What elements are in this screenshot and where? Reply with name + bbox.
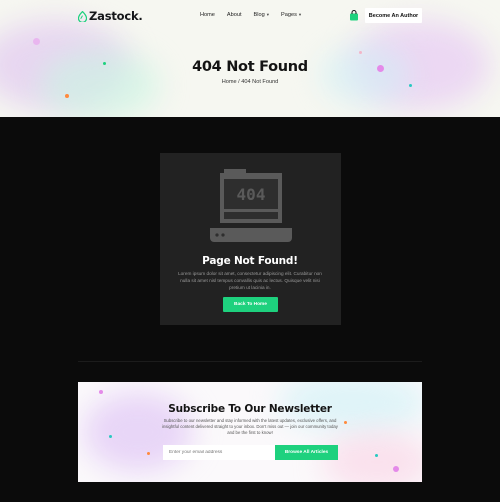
become-author-button[interactable]: Become An Author xyxy=(365,8,422,23)
shopping-bag-icon[interactable] xyxy=(349,10,359,21)
back-to-home-button[interactable]: Back To Home xyxy=(223,297,278,312)
brand-name: Zastock. xyxy=(89,9,143,23)
email-input[interactable] xyxy=(163,445,275,460)
browse-articles-button[interactable]: Browse All Articles xyxy=(275,445,338,460)
decor-dot xyxy=(393,466,399,472)
not-found-title: Page Not Found! xyxy=(202,255,298,267)
brand-logo[interactable]: Zastock. xyxy=(78,9,143,23)
decor-dot xyxy=(33,38,40,45)
decor-dot xyxy=(65,94,69,98)
top-navbar: Zastock. Home About Blog Pages Become An… xyxy=(0,0,500,32)
not-found-description: Lorem ipsum dolor sit amet, consectetur … xyxy=(178,271,322,290)
decor-dot xyxy=(344,421,347,424)
leaf-logo-icon xyxy=(78,10,87,22)
decor-dot xyxy=(99,390,103,394)
decor-dot xyxy=(375,454,378,457)
breadcrumb: Home / 404 Not Found xyxy=(221,79,279,85)
page-header-hero: Zastock. Home About Blog Pages Become An… xyxy=(0,0,500,117)
main-menu: Home About Blog Pages xyxy=(200,12,301,18)
newsletter-description: Subscribe to our newsletter and stay inf… xyxy=(162,418,338,436)
decor-blob xyxy=(320,45,410,105)
newsletter-section: Subscribe To Our Newsletter Subscribe to… xyxy=(78,382,422,482)
nav-item-blog[interactable]: Blog xyxy=(254,12,269,18)
newsletter-title: Subscribe To Our Newsletter xyxy=(168,403,332,415)
page-title: 404 Not Found xyxy=(192,59,308,75)
section-divider xyxy=(78,361,422,362)
decor-dot xyxy=(359,51,362,54)
illustration-404-text: 404 xyxy=(237,185,266,204)
nav-item-about[interactable]: About xyxy=(227,12,242,18)
decor-dot xyxy=(109,435,112,438)
nav-item-pages[interactable]: Pages xyxy=(281,12,301,18)
decor-dot xyxy=(147,452,150,455)
laptop-404-icon: 404 xyxy=(210,169,292,242)
nav-item-home[interactable]: Home xyxy=(200,12,215,18)
